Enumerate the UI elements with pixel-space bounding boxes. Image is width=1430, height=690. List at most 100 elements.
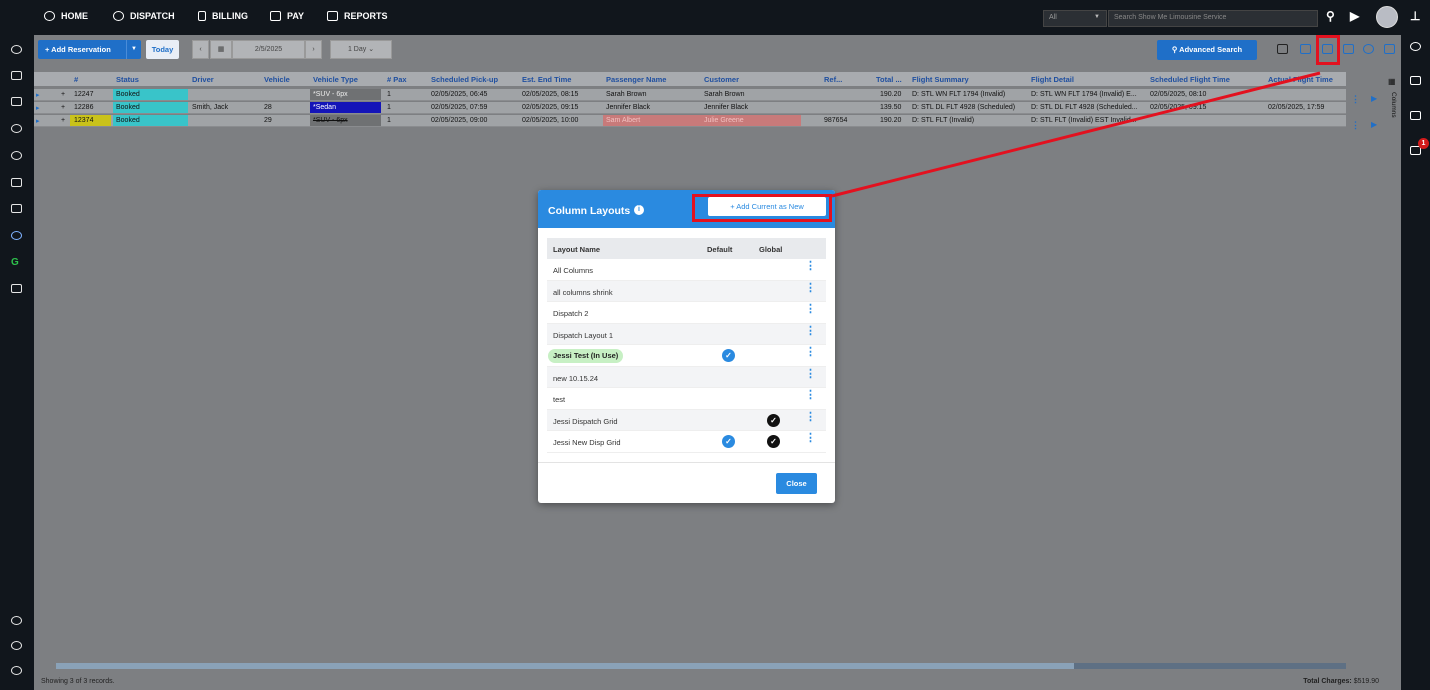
- more-icon[interactable]: ⋮: [805, 390, 816, 401]
- more-icon[interactable]: ⋮: [805, 261, 816, 272]
- layout-row[interactable]: Jessi New Disp Grid ✓ ✓ ⋮: [547, 431, 826, 453]
- list-view-icon[interactable]: [1300, 44, 1311, 54]
- calendar-icon[interactable]: [11, 204, 22, 213]
- refresh-icon[interactable]: [1363, 44, 1374, 54]
- table-row[interactable]: ▸ + 12286 Booked Smith, Jack 28 *Sedan 1…: [34, 102, 1346, 114]
- columns-side-tab[interactable]: Columns: [1390, 92, 1397, 118]
- layout-row[interactable]: Dispatch 2 ⋮: [547, 302, 826, 324]
- row-flight-detail: D: STL FLT (Invalid) EST Invalid...: [1031, 117, 1137, 124]
- car-row-icon[interactable]: ▶: [1371, 94, 1377, 103]
- chat-icon[interactable]: [1410, 111, 1421, 120]
- gears-icon[interactable]: [11, 151, 22, 160]
- nav-home[interactable]: HOME: [44, 11, 88, 21]
- range-select[interactable]: 1 Day ⌄: [330, 40, 392, 59]
- row-menu-icon[interactable]: ⋮: [1351, 94, 1360, 105]
- expand-icon[interactable]: ▸: [36, 117, 40, 125]
- search-icon[interactable]: ⚲: [1326, 9, 1335, 23]
- pin-icon[interactable]: ⊥: [1410, 9, 1420, 23]
- col-vehicle-type[interactable]: Vehicle Type: [313, 75, 358, 84]
- power-icon[interactable]: [11, 666, 22, 675]
- col-passenger[interactable]: Passenger Name: [606, 75, 666, 84]
- modal-title: Column Layouts: [548, 205, 631, 217]
- col-flight-summary[interactable]: Flight Summary: [912, 75, 969, 84]
- layout-name: test: [553, 395, 566, 404]
- row-total: 190.20: [880, 117, 902, 124]
- more-icon[interactable]: ⋮: [805, 304, 816, 315]
- col-pax[interactable]: # Pax: [387, 75, 407, 84]
- advanced-search-button[interactable]: ⚲ Advanced Search: [1157, 40, 1257, 60]
- scrollbar-thumb[interactable]: [56, 663, 1074, 669]
- add-row-icon[interactable]: +: [61, 117, 65, 124]
- more-icon[interactable]: ⋮: [805, 347, 816, 358]
- prev-date-button[interactable]: ‹: [192, 40, 209, 59]
- cloud-icon[interactable]: [1410, 42, 1421, 51]
- row-vehicle: 28: [264, 104, 272, 111]
- layout-row[interactable]: all columns shrink ⋮: [547, 280, 826, 302]
- nav-dispatch[interactable]: DISPATCH: [113, 11, 175, 21]
- next-date-button[interactable]: ›: [305, 40, 322, 59]
- col-ref[interactable]: Ref...: [824, 75, 842, 84]
- car-tool-icon[interactable]: [1277, 44, 1288, 54]
- tools-icon[interactable]: [11, 284, 22, 293]
- calendar-view-icon[interactable]: [1343, 44, 1354, 54]
- nav-billing[interactable]: BILLING: [198, 11, 248, 21]
- car-icon[interactable]: [11, 124, 22, 133]
- layout-row[interactable]: test ⋮: [547, 388, 826, 410]
- add-reservation-button[interactable]: + Add Reservation ▼: [38, 40, 141, 59]
- car-icon[interactable]: ▶: [1350, 9, 1359, 23]
- col-customer[interactable]: Customer: [704, 75, 739, 84]
- expand-icon[interactable]: ▸: [36, 91, 40, 99]
- col-vehicle[interactable]: Vehicle: [264, 75, 290, 84]
- add-row-icon[interactable]: +: [61, 104, 65, 111]
- layout-row[interactable]: Jessi Dispatch Grid ✓ ⋮: [547, 409, 826, 431]
- dispatch-car-icon[interactable]: [11, 97, 22, 106]
- today-button[interactable]: Today: [146, 40, 179, 59]
- layout-row[interactable]: new 10.15.24 ⋮: [547, 366, 826, 388]
- add-row-icon[interactable]: +: [61, 91, 65, 98]
- col-id[interactable]: #: [74, 75, 78, 84]
- table-row[interactable]: ▸ + 12247 Booked *SUV - 6px 1 02/05/2025…: [34, 89, 1346, 101]
- col-end-time[interactable]: Est. End Time: [522, 75, 571, 84]
- col-status[interactable]: Status: [116, 75, 139, 84]
- g-logo-icon[interactable]: G: [11, 257, 19, 268]
- layout-row[interactable]: All Columns ⋮: [547, 259, 826, 281]
- user-icon[interactable]: [11, 45, 22, 54]
- more-icon[interactable]: ⋮: [805, 368, 816, 379]
- layout-row[interactable]: Dispatch Layout 1 ⋮: [547, 323, 826, 345]
- cloud-sync-icon[interactable]: [11, 231, 22, 240]
- nav-reports[interactable]: REPORTS: [327, 11, 388, 21]
- expand-icon[interactable]: ▸: [36, 104, 40, 112]
- col-driver[interactable]: Driver: [192, 75, 214, 84]
- more-icon[interactable]: ⋮: [805, 325, 816, 336]
- col-actual-flight[interactable]: Actual Flight Time: [1268, 75, 1333, 84]
- building-icon[interactable]: [11, 71, 22, 80]
- horizontal-scrollbar[interactable]: [56, 663, 1346, 669]
- col-pickup[interactable]: Scheduled Pick-up: [431, 75, 498, 84]
- close-button[interactable]: Close: [776, 473, 817, 494]
- col-total[interactable]: Total ...: [876, 75, 902, 84]
- col-sched-flight[interactable]: Scheduled Flight Time: [1150, 75, 1230, 84]
- avatar[interactable]: [1376, 6, 1398, 28]
- col-flight-detail[interactable]: Flight Detail: [1031, 75, 1074, 84]
- bus-icon[interactable]: [11, 178, 22, 187]
- help-icon[interactable]: [11, 641, 22, 650]
- nav-pay[interactable]: PAY: [270, 11, 304, 21]
- info-icon[interactable]: i: [634, 205, 644, 215]
- more-icon[interactable]: ⋮: [805, 411, 816, 422]
- export-icon[interactable]: [1384, 44, 1395, 54]
- car-row-icon[interactable]: ▶: [1371, 120, 1377, 129]
- calendar-button[interactable]: ▦: [210, 40, 232, 59]
- monitor-icon[interactable]: [1410, 76, 1421, 85]
- date-input[interactable]: 2/5/2025: [232, 40, 305, 59]
- shield-icon[interactable]: [11, 616, 22, 625]
- table-row[interactable]: ▸ + 12374 Booked 29 *SUV - 6px 1 02/05/2…: [34, 115, 1346, 127]
- grid-header: # Status Driver Vehicle Vehicle Type # P…: [34, 72, 1346, 86]
- more-icon[interactable]: ⋮: [805, 282, 816, 293]
- row-menu-icon[interactable]: ⋮: [1351, 120, 1360, 131]
- layout-row-in-use[interactable]: Jessi Test (In Use) ✓ ⋮: [547, 345, 826, 367]
- search-input[interactable]: Search Show Me Limousine Service: [1108, 10, 1318, 27]
- columns-grid-icon[interactable]: ▦: [1388, 77, 1396, 86]
- chevron-down-icon[interactable]: ▼: [126, 40, 141, 59]
- more-icon[interactable]: ⋮: [805, 433, 816, 444]
- search-scope-select[interactable]: All ▼: [1043, 10, 1107, 27]
